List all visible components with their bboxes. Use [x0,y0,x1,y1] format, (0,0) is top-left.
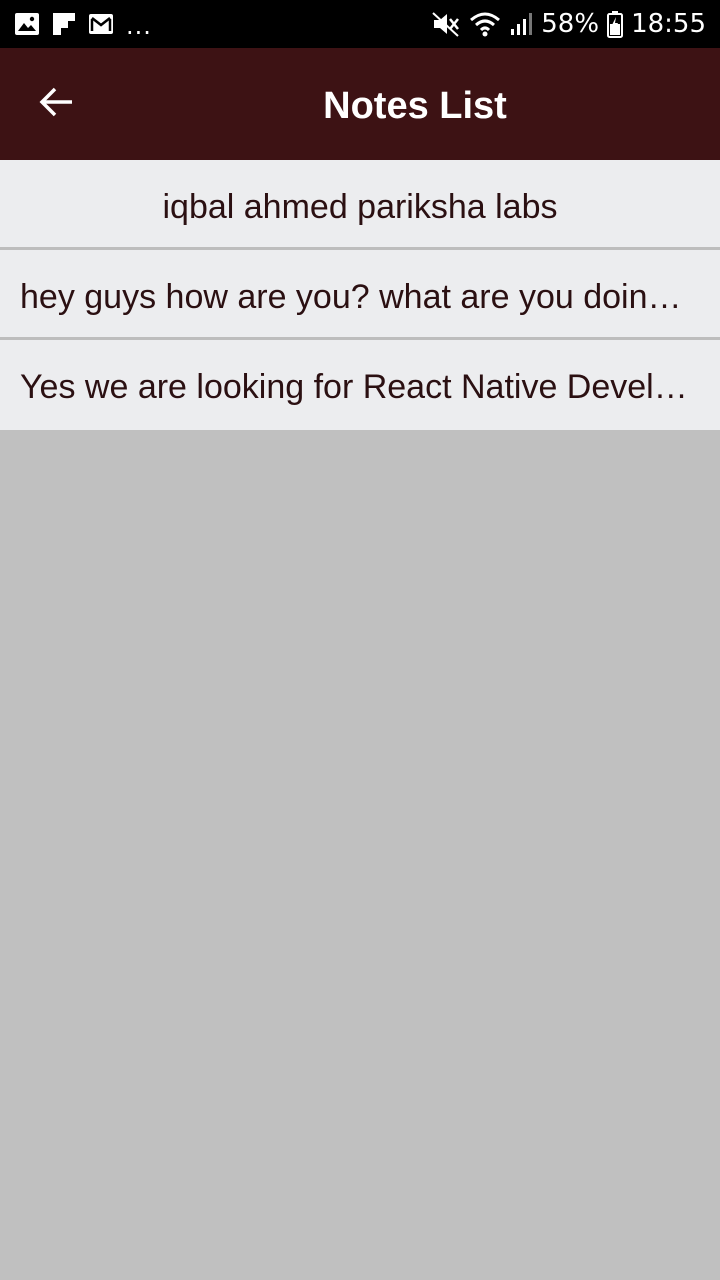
status-bar: ... 58% 18:55 [0,0,720,48]
note-item[interactable]: iqbal ahmed pariksha labs [0,160,720,250]
mute-icon [431,10,461,38]
more-notifications: ... [126,12,152,40]
app-bar: Notes List [0,48,720,160]
back-button[interactable] [28,76,84,132]
notes-list: iqbal ahmed pariksha labs hey guys how a… [0,160,720,430]
signal-icon [509,11,533,37]
page-title: Notes List [323,85,507,127]
mail-icon [88,13,114,35]
notification-icons: ... [14,0,152,48]
wifi-icon [469,10,501,38]
battery-icon [607,10,624,38]
clock: 18:55 [631,9,706,39]
battery-percent: 58% [541,9,600,39]
flipboard-icon [52,12,76,36]
arrow-left-icon [38,86,74,123]
system-status: 58% 18:55 [431,0,706,48]
image-icon [14,12,40,36]
note-item[interactable]: hey guys how are you? what are you doing… [0,250,720,340]
note-item[interactable]: Yes we are looking for React Native Deve… [0,340,720,430]
